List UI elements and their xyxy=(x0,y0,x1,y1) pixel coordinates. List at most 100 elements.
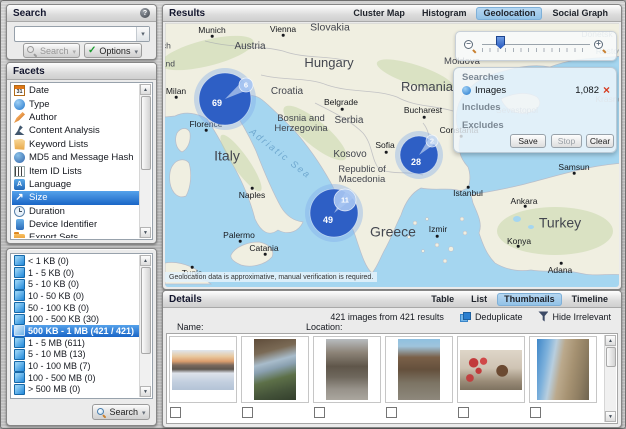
facet-item-label: Item ID Lists xyxy=(29,166,82,177)
clear-button[interactable]: Clear xyxy=(586,134,614,148)
facet-item-item-id-lists[interactable]: Item ID Lists xyxy=(12,164,140,177)
scroll-down-button[interactable] xyxy=(605,411,616,422)
scroll-up-button[interactable] xyxy=(140,255,151,266)
scroll-thumb[interactable] xyxy=(141,96,151,170)
thumbnail-image[interactable] xyxy=(326,339,368,400)
facet-item-size[interactable]: Size xyxy=(12,191,140,204)
thumbnail-checkbox[interactable] xyxy=(170,407,181,418)
thumbnail-image[interactable] xyxy=(460,350,522,390)
scroll-down-button[interactable] xyxy=(140,227,151,238)
facet-item-type[interactable]: Type xyxy=(12,97,140,110)
facet-item-label: Language xyxy=(29,179,71,190)
thumbnail-cell[interactable] xyxy=(529,336,597,403)
remove-search-icon[interactable] xyxy=(603,85,610,95)
tab-table[interactable]: Table xyxy=(424,293,461,306)
cluster-bubble[interactable]: 228 xyxy=(395,131,443,179)
size-bucket-500-mb-0[interactable]: > 500 MB (0) xyxy=(12,384,140,396)
size-bucket-100-500-mb-0[interactable]: 100 - 500 MB (0) xyxy=(12,372,140,384)
size-bucket-1-kb-0[interactable]: < 1 KB (0) xyxy=(12,255,140,267)
size-bucket-50-100-kb-0[interactable]: 50 - 100 KB (0) xyxy=(12,302,140,314)
tab-cluster-map[interactable]: Cluster Map xyxy=(346,7,412,20)
size-bucket-500-kb-1-mb-421-421[interactable]: 500 KB - 1 MB (421 / 421) xyxy=(12,325,140,337)
search-input[interactable] xyxy=(15,27,136,41)
thumbnail-checkbox[interactable] xyxy=(314,407,325,418)
geolocation-map[interactable]: SlovakiaAustriaHungaryMoldovaRomaniaCroa… xyxy=(165,23,619,287)
magnifier-icon xyxy=(27,46,37,56)
thumbnail-cell[interactable] xyxy=(313,336,381,403)
size-bucket-100-500-kb-30[interactable]: 100 - 500 KB (30) xyxy=(12,313,140,325)
facets-panel-title: Facets xyxy=(13,66,45,77)
date-icon xyxy=(14,85,25,96)
size-bucket-1-5-kb-0[interactable]: 1 - 5 KB (0) xyxy=(12,267,140,279)
facet-item-export-sets[interactable]: Export Sets xyxy=(12,231,140,238)
scroll-down-button[interactable] xyxy=(140,386,151,397)
item-id-icon xyxy=(14,166,25,177)
details-toolbar: 421 images from 421 results Deduplicate … xyxy=(330,311,611,322)
size-bucket-label: 100 - 500 MB (0) xyxy=(28,373,96,383)
thumbnail-checkbox[interactable] xyxy=(458,407,469,418)
facets-scrollbar[interactable] xyxy=(139,84,151,238)
thumbnail-checkbox[interactable] xyxy=(242,407,253,418)
size-bucket-5-10-mb-13[interactable]: 5 - 10 MB (13) xyxy=(12,349,140,361)
thumbnail-checkbox[interactable] xyxy=(530,407,541,418)
search-button[interactable]: Search xyxy=(23,43,80,58)
deduplicate-button[interactable]: Deduplicate xyxy=(460,312,523,322)
size-bucket-10-100-mb-7[interactable]: 10 - 100 MB (7) xyxy=(12,360,140,372)
size-values-panel: < 1 KB (0)1 - 5 KB (0)5 - 10 KB (0)10 - … xyxy=(6,248,157,426)
zoom-out-icon[interactable] xyxy=(464,40,476,52)
size-bucket-icon xyxy=(14,372,25,383)
chevron-down-icon xyxy=(141,407,146,417)
facet-item-author[interactable]: Author xyxy=(12,111,140,124)
size-scrollbar[interactable] xyxy=(139,255,151,397)
thumbnail-cell[interactable] xyxy=(385,336,453,403)
tab-thumbnails[interactable]: Thumbnails xyxy=(497,293,562,306)
facet-item-duration[interactable]: Duration xyxy=(12,205,140,218)
zoom-in-icon[interactable] xyxy=(594,40,606,52)
tab-social-graph[interactable]: Social Graph xyxy=(545,7,615,20)
facet-item-label: MD5 and Message Hash xyxy=(29,152,134,163)
size-bucket-icon xyxy=(14,290,25,301)
tab-list[interactable]: List xyxy=(464,293,494,306)
tab-geolocation[interactable]: Geolocation xyxy=(476,7,542,20)
combobox-dropdown-button[interactable] xyxy=(136,27,149,41)
facet-item-date[interactable]: Date xyxy=(12,84,140,97)
size-bucket-5-10-kb-0[interactable]: 5 - 10 KB (0) xyxy=(12,278,140,290)
size-bucket-10-50-kb-0[interactable]: 10 - 50 KB (0) xyxy=(12,290,140,302)
scroll-up-button[interactable] xyxy=(140,84,151,95)
size-search-button[interactable]: Search xyxy=(92,404,150,420)
scroll-up-button[interactable] xyxy=(605,335,616,346)
scroll-thumb[interactable] xyxy=(141,267,151,354)
facet-item-content-analysis[interactable]: Content Analysis xyxy=(12,124,140,137)
svg-text:28: 28 xyxy=(411,157,421,167)
thumbnail-checkbox[interactable] xyxy=(386,407,397,418)
results-panel-header: Results Cluster MapHistogramGeolocationS… xyxy=(163,5,621,22)
cluster-bubble[interactable]: 669 xyxy=(194,68,256,130)
thumbnail-image[interactable] xyxy=(254,339,296,400)
thumbnail-cell[interactable] xyxy=(241,336,309,403)
thumbnail-image[interactable] xyxy=(172,350,234,390)
cluster-bubble[interactable]: 1149 xyxy=(305,184,363,242)
help-icon[interactable] xyxy=(140,8,150,18)
thumbnail-image[interactable] xyxy=(537,339,589,400)
hide-irrelevant-button[interactable]: Hide Irrelevant xyxy=(538,311,611,322)
save-button[interactable]: Save xyxy=(510,134,546,148)
thumbnail-image[interactable] xyxy=(398,339,440,400)
svg-text:69: 69 xyxy=(212,98,222,108)
thumbnails-scrollbar[interactable] xyxy=(604,335,616,422)
tab-histogram[interactable]: Histogram xyxy=(415,7,474,20)
size-bucket-icon xyxy=(14,337,25,348)
options-button[interactable]: Options xyxy=(84,43,142,58)
thumbnail-cell[interactable] xyxy=(169,336,237,403)
type-icon xyxy=(14,99,25,110)
facet-item-keyword-lists[interactable]: Keyword Lists xyxy=(12,138,140,151)
facet-item-language[interactable]: Language xyxy=(12,178,140,191)
facet-item-md5-and-message-hash[interactable]: MD5 and Message Hash xyxy=(12,151,140,164)
thumbnail-cell[interactable] xyxy=(457,336,525,403)
facet-item-device-identifier[interactable]: Device Identifier xyxy=(12,218,140,231)
stop-button[interactable]: Stop xyxy=(551,134,582,148)
size-bucket-1-5-mb-611[interactable]: 1 - 5 MB (611) xyxy=(12,337,140,349)
map-status-note: Geolocation data is approximative, manua… xyxy=(165,272,377,282)
scroll-thumb[interactable] xyxy=(606,347,616,367)
results-summary: 421 images from 421 results xyxy=(330,312,444,322)
tab-timeline[interactable]: Timeline xyxy=(565,293,615,306)
